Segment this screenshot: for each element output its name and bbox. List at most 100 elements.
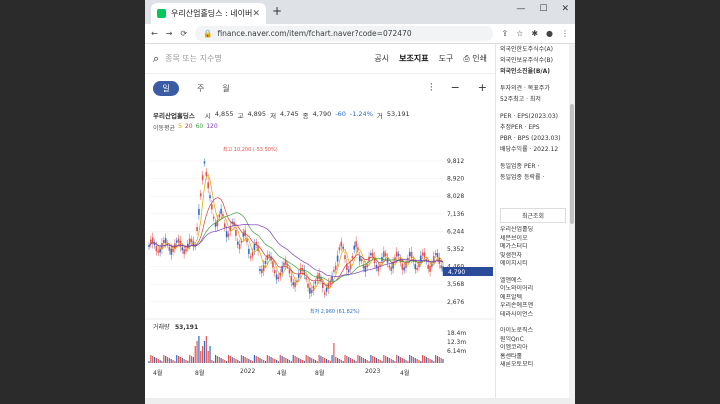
candle-type-icon[interactable]: ⫶ <box>430 81 433 95</box>
candle-body <box>207 182 209 189</box>
volume-bar <box>214 355 217 363</box>
volume-bar <box>301 360 304 363</box>
candle-body <box>168 246 171 251</box>
address-bar[interactable]: 🔒 finance.naver.com/item/fchart.naver?co… <box>195 26 494 41</box>
peer-change-label: 동일업종 등락률 · <box>500 174 545 181</box>
volume-bar <box>189 355 191 363</box>
y-tick-label: 9,812 <box>447 158 464 165</box>
volume-bar <box>190 356 193 363</box>
recent-item[interactable]: 홈센타홀 <box>500 353 566 362</box>
foreign-hold-label: 외국인보유주식수(B) <box>500 57 553 64</box>
recent-item[interactable]: 테라사이언스 <box>500 311 566 320</box>
print-label: 인쇄 <box>472 54 487 63</box>
extensions-icon[interactable]: ✱ <box>531 29 538 38</box>
recent-item[interactable]: 이엠코리아 <box>500 344 566 353</box>
reload-icon[interactable]: ⟳ <box>180 29 187 38</box>
candle-body <box>181 247 184 251</box>
recent-item[interactable]: 세븐브이오 <box>500 235 566 244</box>
volume-label: 거 <box>376 112 383 120</box>
change-pct: -1.24% <box>349 110 373 118</box>
menu-icon[interactable]: ⋮ <box>561 29 569 38</box>
vertical-scrollbar[interactable] <box>569 44 575 404</box>
volume-bar <box>355 361 357 363</box>
recent-item[interactable]: 우리손에프앤 <box>500 302 566 311</box>
ma-60[interactable]: 60 <box>196 123 204 132</box>
volume-bar <box>329 361 331 363</box>
recent-item[interactable]: 메가스터디 <box>500 243 566 252</box>
recent-item[interactable]: 이노와이어리 <box>500 285 566 294</box>
search-input[interactable]: 종목 또는 지수명 <box>165 53 374 64</box>
x-axis: 4월 8월 2022 4월 8월 2023 4월 <box>145 366 495 382</box>
period-weekly-tab[interactable]: 주 <box>197 83 204 94</box>
volume-bar <box>420 361 422 363</box>
candle-body <box>360 258 363 261</box>
chart-panel: ⌕ 종목 또는 지수명 공시 보조지표 도구 ⎙ 인쇄 일 주 월 ⫶ − + <box>145 44 495 404</box>
star-icon[interactable]: ☆ <box>516 29 523 38</box>
candle-body <box>299 267 302 274</box>
horizontal-scrollbar[interactable] <box>145 398 575 404</box>
candle-body <box>218 214 221 218</box>
recent-item[interactable]: 엘앤에스 <box>500 277 566 286</box>
print-link[interactable]: ⎙ 인쇄 <box>463 53 487 64</box>
volume-bar <box>366 360 368 363</box>
recent-item[interactable]: 새론오토모티 <box>500 361 566 370</box>
ma-20[interactable]: 20 <box>185 123 193 132</box>
volume-bar <box>209 346 211 363</box>
volume-bar <box>294 356 296 363</box>
volume-bar <box>196 341 198 363</box>
moving-average-line <box>148 174 444 290</box>
volume-bar <box>348 357 350 363</box>
volume-bar <box>235 359 237 363</box>
price-chart[interactable]: 9,8128,9208,0287,1366,2445,3524,4603,568… <box>145 139 495 375</box>
recent-item[interactable]: 에이치시티 <box>500 260 566 269</box>
volume-bar <box>361 357 363 363</box>
period-monthly-tab[interactable]: 월 <box>222 83 229 94</box>
tools-link[interactable]: 도구 <box>439 53 454 64</box>
volume-bar <box>220 358 222 363</box>
search-icon[interactable]: ⌕ <box>153 52 159 66</box>
new-tab-button[interactable]: + <box>272 4 282 18</box>
browser-tab[interactable]: 우리산업홀딩스 : 네이버 증권 ✕ <box>151 3 266 24</box>
recent-item[interactable]: 에프알텍 <box>500 294 566 303</box>
volume-bar <box>172 360 174 363</box>
candle-body <box>277 276 280 279</box>
toolbar-links: 공시 보조지표 도구 ⎙ 인쇄 <box>374 53 487 64</box>
back-icon[interactable]: ← <box>151 29 158 38</box>
volume-bar <box>277 361 280 363</box>
volume-bar <box>368 361 370 363</box>
candle-body <box>434 253 437 256</box>
volume-bar <box>327 360 329 363</box>
candle-body <box>288 269 291 274</box>
recent-item[interactable]: 원익QnC <box>500 336 566 345</box>
minimize-button[interactable]: — <box>516 4 525 14</box>
candle-body <box>333 269 335 272</box>
share-icon[interactable]: ⇪ <box>501 29 508 38</box>
indicator-link[interactable]: 보조지표 <box>399 53 428 64</box>
volume-bar <box>283 357 285 363</box>
volume-bar <box>159 360 161 363</box>
candle-body <box>220 208 222 214</box>
volume-bar <box>233 358 235 363</box>
forward-icon[interactable]: → <box>166 29 173 38</box>
maximize-button[interactable]: ☐ <box>539 4 547 14</box>
candle-body <box>338 247 341 251</box>
ma-120[interactable]: 120 <box>206 123 217 132</box>
ma-5[interactable]: 5 <box>178 123 182 132</box>
candle-body <box>157 250 160 253</box>
candle-body <box>225 231 228 238</box>
period-daily-tab[interactable]: 일 <box>153 80 179 96</box>
zoom-in-button[interactable]: + <box>478 81 487 95</box>
recent-item[interactable]: 우리산업홀딩 <box>500 226 566 235</box>
recent-item[interactable]: 빛샘전자 <box>500 252 566 261</box>
volume-bar <box>423 356 426 363</box>
scroll-thumb[interactable] <box>570 104 574 224</box>
moving-average-line <box>148 224 444 277</box>
close-window-button[interactable]: ✕ <box>561 4 569 14</box>
quote-summary: 우리산업홀딩스 시 4,855 고 4,895 저 4,745 종 4,790 -60 … <box>145 102 495 120</box>
profile-icon[interactable]: ● <box>546 29 553 38</box>
close-tab-icon[interactable]: ✕ <box>252 9 260 19</box>
recent-item[interactable]: 아이노로직스 <box>500 327 566 336</box>
disclosure-link[interactable]: 공시 <box>374 53 389 64</box>
candle-body <box>150 239 152 244</box>
zoom-out-button[interactable]: − <box>451 81 460 95</box>
